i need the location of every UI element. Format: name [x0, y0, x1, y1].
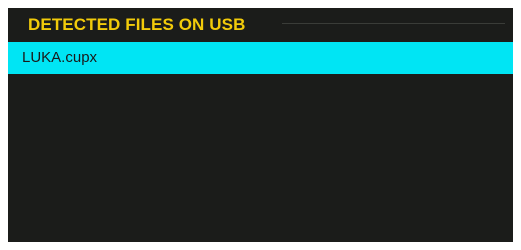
header-divider: [282, 23, 505, 24]
file-list[interactable]: LUKA.cupx: [8, 42, 513, 242]
file-name: LUKA.cupx: [22, 49, 98, 66]
panel-header: DETECTED FILES ON USB: [8, 8, 513, 42]
panel-title: DETECTED FILES ON USB: [28, 15, 246, 34]
file-list-item[interactable]: LUKA.cupx: [8, 42, 513, 74]
usb-files-panel: DETECTED FILES ON USB LUKA.cupx: [8, 8, 513, 242]
